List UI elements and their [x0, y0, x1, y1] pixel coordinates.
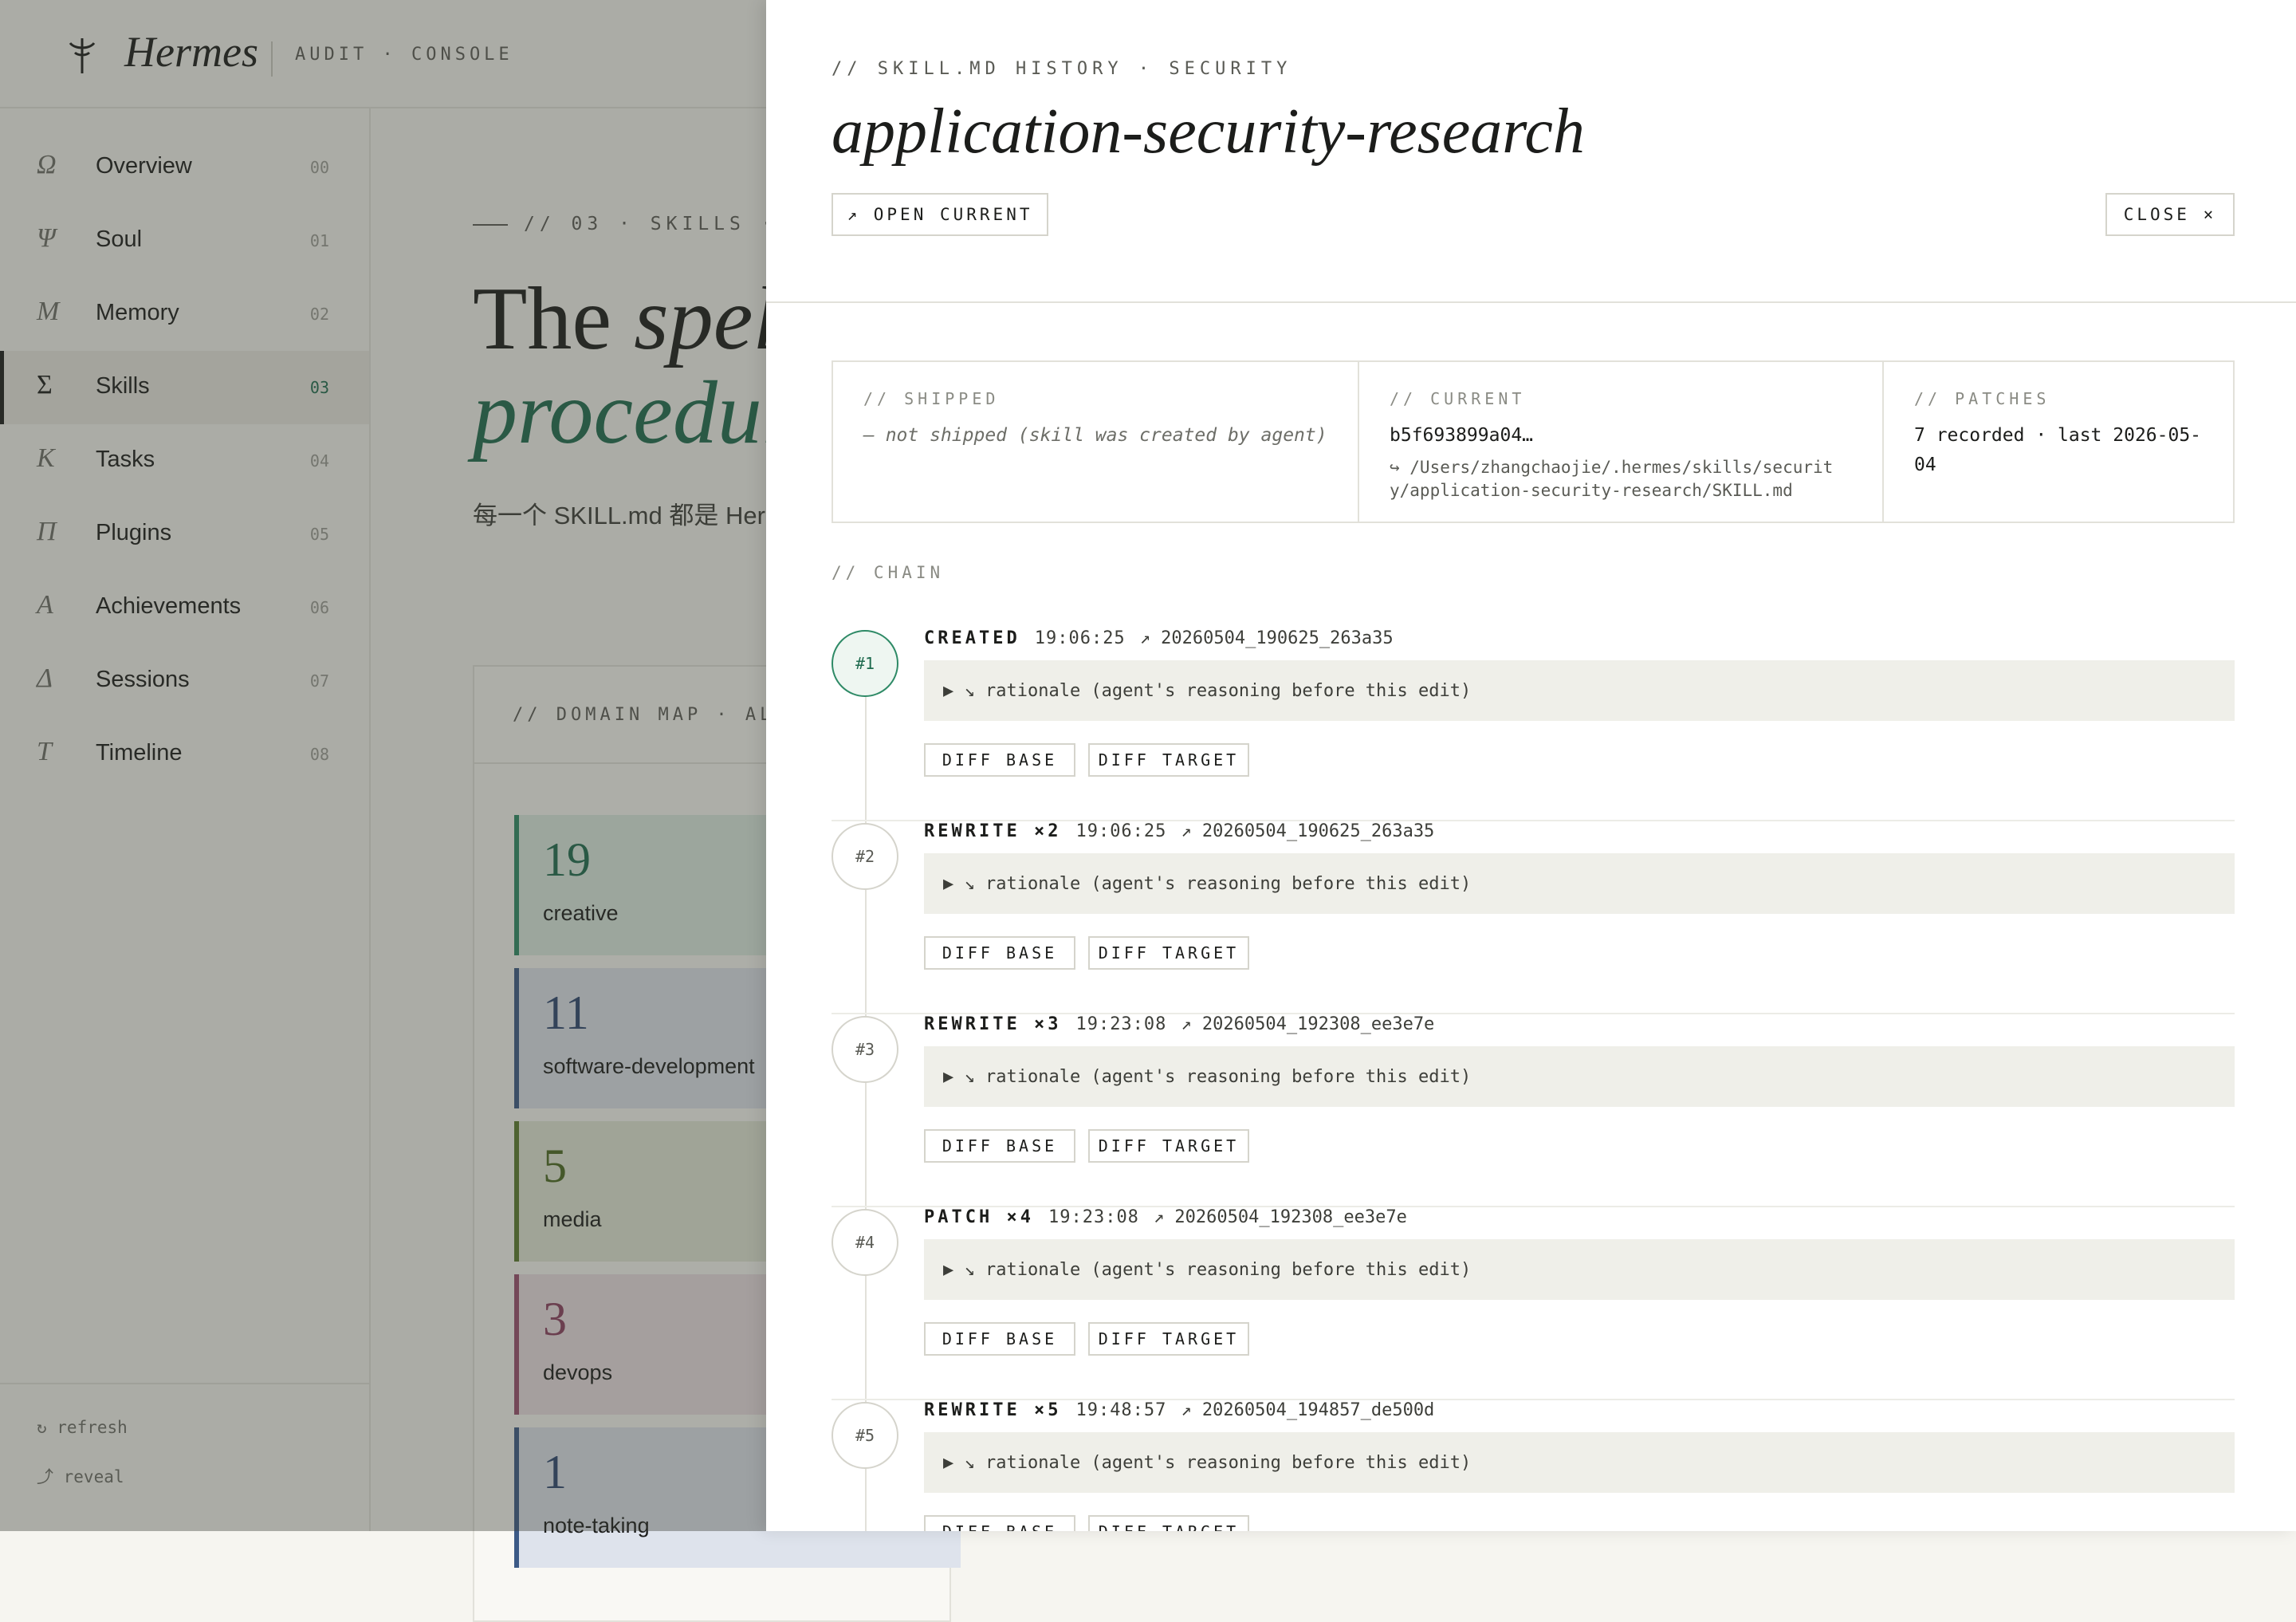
rationale-toggle[interactable]: ▶ ↘ rationale (agent's reasoning before … [924, 853, 2235, 914]
chain-entry: #3 REWRITE ×3 19:23:08 ↗ 20260504_192308_e… [832, 1014, 2235, 1207]
entry-header: CREATED 19:06:25 ↗ 20260504_190625_263a35 [924, 628, 1394, 648]
meta-patches-value: 7 recorded · last 2026-05-04 [1914, 425, 2202, 475]
skill-meta-panel: // SHIPPED — not shipped (skill was crea… [832, 360, 2235, 523]
entry-kind: REWRITE ×2 [924, 821, 1062, 841]
chain-entry: #1 CREATED 19:06:25 ↗ 20260504_190625_263a… [832, 628, 2235, 821]
meta-current-label: // CURRENT [1390, 389, 1526, 408]
entry-time: 19:06:25 [1034, 628, 1126, 648]
skill-history-drawer: // SKILL.MD HISTORY · SECURITY applicati… [766, 0, 2296, 1531]
close-button[interactable]: CLOSE × [2105, 193, 2235, 236]
meta-current-hash: b5f693899a04… [1390, 425, 1534, 446]
entry-header: PATCH ×4 19:23:08 ↗ 20260504_192308_ee3e7e [924, 1207, 1407, 1227]
entry-session-link[interactable]: ↗ 20260504_194857_de500d [1181, 1400, 1434, 1420]
chain-label: // CHAIN [832, 563, 945, 582]
chain-entry: #5 REWRITE ×5 19:48:57 ↗ 20260504_194857_d… [832, 1400, 2235, 1531]
rationale-toggle[interactable]: ▶ ↘ rationale (agent's reasoning before … [924, 1432, 2235, 1493]
entry-header: REWRITE ×2 19:06:25 ↗ 20260504_190625_263a… [924, 821, 1434, 841]
entry-number-node: #1 [832, 630, 898, 697]
meta-current-path[interactable]: ↪ /Users/zhangchaojie/.hermes/skills/sec… [1390, 456, 1852, 502]
entry-kind: PATCH ×4 [924, 1207, 1034, 1227]
diff-base-button[interactable]: DIFF BASE [924, 1322, 1075, 1356]
diff-target-button[interactable]: DIFF TARGET [1088, 1129, 1249, 1163]
entry-session-link[interactable]: ↗ 20260504_192308_ee3e7e [1181, 1014, 1434, 1034]
diff-base-button[interactable]: DIFF BASE [924, 936, 1075, 970]
entry-session-link[interactable]: ↗ 20260504_190625_263a35 [1140, 628, 1394, 648]
meta-shipped-label: // SHIPPED [863, 389, 1000, 408]
entry-kind: CREATED [924, 628, 1020, 648]
diff-target-button[interactable]: DIFF TARGET [1088, 743, 1249, 777]
entry-session-link[interactable]: ↗ 20260504_192308_ee3e7e [1154, 1207, 1407, 1227]
chain-entry: #4 PATCH ×4 19:23:08 ↗ 20260504_192308_ee3… [832, 1207, 2235, 1400]
diff-base-button[interactable]: DIFF BASE [924, 1129, 1075, 1163]
meta-shipped-value: — not shipped (skill was created by agen… [863, 425, 1327, 446]
meta-patches: // PATCHES 7 recorded · last 2026-05-04 [1882, 362, 2233, 522]
meta-current: // CURRENT b5f693899a04… ↪ /Users/zhangc… [1358, 362, 1882, 522]
meta-shipped: // SHIPPED — not shipped (skill was crea… [833, 362, 1358, 522]
rationale-toggle[interactable]: ▶ ↘ rationale (agent's reasoning before … [924, 1239, 2235, 1300]
entry-time: 19:23:08 [1048, 1207, 1139, 1227]
entry-number-node: #2 [832, 823, 898, 890]
diff-target-button[interactable]: DIFF TARGET [1088, 1515, 1249, 1531]
diff-base-button[interactable]: DIFF BASE [924, 1515, 1075, 1531]
drawer-divider [766, 301, 2296, 303]
entry-time: 19:06:25 [1075, 821, 1167, 841]
entry-header: REWRITE ×3 19:23:08 ↗ 20260504_192308_ee3e… [924, 1014, 1434, 1034]
entry-kind: REWRITE ×5 [924, 1400, 1062, 1420]
entry-number-node: #5 [832, 1402, 898, 1469]
chain-entry: #2 REWRITE ×2 19:06:25 ↗ 20260504_190625_2… [832, 821, 2235, 1014]
entry-number-node: #4 [832, 1209, 898, 1276]
entry-time: 19:23:08 [1075, 1014, 1167, 1034]
diff-base-button[interactable]: DIFF BASE [924, 743, 1075, 777]
entry-header: REWRITE ×5 19:48:57 ↗ 20260504_194857_de50… [924, 1400, 1434, 1420]
entry-number-node: #3 [832, 1016, 898, 1083]
rationale-toggle[interactable]: ▶ ↘ rationale (agent's reasoning before … [924, 1046, 2235, 1107]
entry-time: 19:48:57 [1075, 1400, 1167, 1420]
open-current-button[interactable]: ↗ OPEN CURRENT [832, 193, 1048, 236]
diff-target-button[interactable]: DIFF TARGET [1088, 1322, 1249, 1356]
drawer-eyebrow: // SKILL.MD HISTORY · SECURITY [832, 59, 1292, 79]
entry-kind: REWRITE ×3 [924, 1014, 1062, 1034]
meta-patches-label: // PATCHES [1914, 389, 2050, 408]
drawer-title: application-security-research [832, 96, 1585, 167]
entry-session-link[interactable]: ↗ 20260504_190625_263a35 [1181, 821, 1434, 841]
rationale-toggle[interactable]: ▶ ↘ rationale (agent's reasoning before … [924, 660, 2235, 721]
diff-target-button[interactable]: DIFF TARGET [1088, 936, 1249, 970]
